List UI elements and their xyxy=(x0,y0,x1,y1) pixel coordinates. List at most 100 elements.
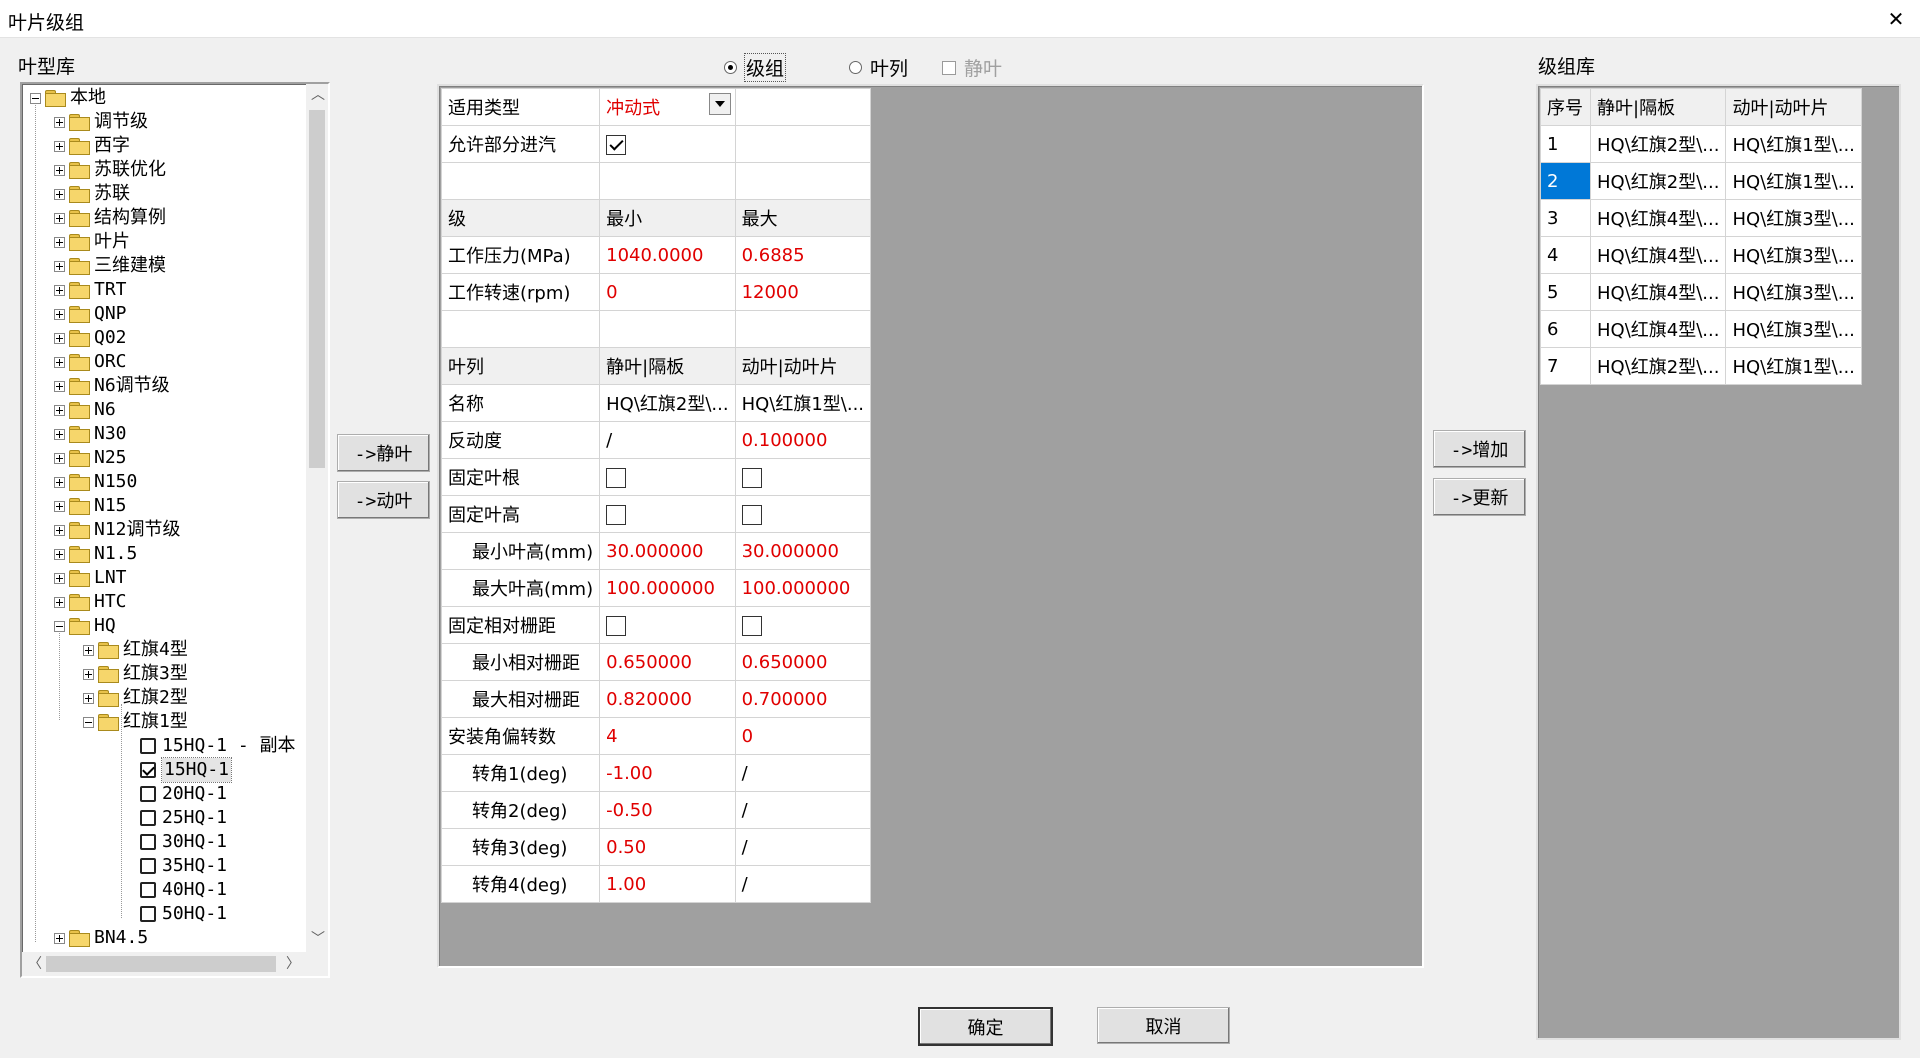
collapse-icon[interactable] xyxy=(30,92,41,104)
radio-stage-group-circle[interactable] xyxy=(724,61,737,74)
tree-node-folder[interactable]: 苏联 xyxy=(54,182,130,206)
tree-leaf[interactable]: 30HQ-1 xyxy=(140,830,227,854)
expand-icon[interactable] xyxy=(83,644,94,656)
stage-stator-cell[interactable]: HQ\红旗4型\... xyxy=(1589,310,1727,348)
tree-node-folder[interactable]: N15 xyxy=(54,494,127,518)
stator-angle-count-cell[interactable]: 4 xyxy=(599,717,736,755)
expand-icon[interactable] xyxy=(54,596,65,608)
stage-index-cell[interactable]: 6 xyxy=(1540,310,1591,348)
to-rotor-button[interactable]: ->动叶 xyxy=(337,481,430,519)
stage-rotor-cell[interactable]: HQ\红旗1型\... xyxy=(1725,125,1862,163)
tree-node-folder[interactable]: TRT xyxy=(54,278,127,302)
checkbox-icon[interactable] xyxy=(140,786,156,802)
tree-node-folder[interactable]: N6 xyxy=(54,398,116,422)
tree-leaf[interactable]: 40HQ-1 xyxy=(140,878,227,902)
expand-icon[interactable] xyxy=(54,212,65,224)
stator-fix-root-checkbox[interactable] xyxy=(606,467,627,488)
tree-node-folder[interactable]: 红旗3型 xyxy=(83,662,188,686)
expand-icon[interactable] xyxy=(83,692,94,704)
expand-icon[interactable] xyxy=(54,308,65,320)
tree-node-folder[interactable]: 红旗2型 xyxy=(83,686,188,710)
checkbox-icon[interactable] xyxy=(140,738,156,754)
expand-icon[interactable] xyxy=(54,404,65,416)
rotor-name-cell[interactable]: HQ\红旗1型\... xyxy=(734,384,872,422)
radio-blade-row-circle[interactable] xyxy=(849,61,862,74)
tree-node-folder[interactable]: 西字 xyxy=(54,134,130,158)
rotor-reaction-cell[interactable]: 0.100000 xyxy=(734,421,872,459)
speed-max-cell[interactable]: 12000 xyxy=(734,273,872,311)
stage-row[interactable]: 4 HQ\红旗4型\... HQ\红旗3型\... xyxy=(1540,236,1862,274)
checkbox-icon[interactable] xyxy=(140,906,156,922)
rotor-max-pitch-cell[interactable]: 0.700000 xyxy=(734,680,872,718)
expand-icon[interactable] xyxy=(54,524,65,536)
tree-node-folder[interactable]: 三维建模 xyxy=(54,254,166,278)
tree-leaf[interactable]: 15HQ-1 - 副本 xyxy=(140,734,296,758)
expand-icon[interactable] xyxy=(54,452,65,464)
tree-leaf[interactable]: 25HQ-1 xyxy=(140,806,227,830)
expand-icon[interactable] xyxy=(54,332,65,344)
tree-node-folder[interactable]: Q02 xyxy=(54,326,127,350)
stator-fix-pitch-checkbox[interactable] xyxy=(606,615,627,636)
tree-node-folder[interactable]: 苏联优化 xyxy=(54,158,166,182)
checkbox-checked-icon[interactable] xyxy=(140,762,156,778)
expand-icon[interactable] xyxy=(54,164,65,176)
expand-icon[interactable] xyxy=(54,932,65,944)
checkbox-icon[interactable] xyxy=(140,858,156,874)
tree-node-hq1[interactable]: 红旗1型 xyxy=(83,710,188,734)
radio-blade-row[interactable]: 叶列 xyxy=(849,54,908,81)
stage-rotor-cell[interactable]: HQ\红旗1型\... xyxy=(1725,347,1862,385)
tree-horizontal-scrollbar[interactable]: 〈 〉 xyxy=(22,952,306,976)
expand-icon[interactable] xyxy=(54,548,65,560)
dropdown-arrow-icon[interactable] xyxy=(708,93,731,115)
stator-name-cell[interactable]: HQ\红旗2型\... xyxy=(599,384,736,422)
expand-icon[interactable] xyxy=(54,284,65,296)
stage-stator-cell[interactable]: HQ\红旗2型\... xyxy=(1589,347,1727,385)
expand-icon[interactable] xyxy=(54,116,65,128)
tree-node-root[interactable]: 本地 xyxy=(30,86,106,110)
partial-admission-checkbox[interactable] xyxy=(606,134,627,155)
expand-icon[interactable] xyxy=(54,572,65,584)
expand-icon[interactable] xyxy=(54,140,65,152)
rotor-min-height-cell[interactable]: 30.000000 xyxy=(734,532,872,570)
expand-icon[interactable] xyxy=(54,188,65,200)
stage-index-cell[interactable]: 5 xyxy=(1540,273,1591,311)
stage-rotor-cell[interactable]: HQ\红旗1型\... xyxy=(1725,162,1862,200)
tree-leaf[interactable]: 35HQ-1 xyxy=(140,854,227,878)
tree-node-folder[interactable]: 叶片 xyxy=(54,230,130,254)
tree-node-folder[interactable]: N25 xyxy=(54,446,127,470)
expand-icon[interactable] xyxy=(54,476,65,488)
add-button[interactable]: ->增加 xyxy=(1433,430,1526,468)
tree-node-folder[interactable]: N150 xyxy=(54,470,137,494)
checkbox-icon[interactable] xyxy=(140,810,156,826)
scroll-left-icon[interactable]: 〈 xyxy=(28,957,42,971)
rotor-min-pitch-cell[interactable]: 0.650000 xyxy=(734,643,872,681)
stator-checkbox-box[interactable] xyxy=(942,60,956,75)
expand-icon[interactable] xyxy=(54,380,65,392)
stator-min-pitch-cell[interactable]: 0.650000 xyxy=(599,643,736,681)
expand-icon[interactable] xyxy=(54,428,65,440)
stage-index-cell[interactable]: 3 xyxy=(1540,199,1591,237)
tree-node-hq[interactable]: HQ xyxy=(54,614,116,638)
turn1-stator-cell[interactable]: -1.00 xyxy=(599,754,736,792)
rotor-fix-height-checkbox[interactable] xyxy=(741,504,762,525)
stage-row[interactable]: 1 HQ\红旗2型\... HQ\红旗1型\... xyxy=(1540,125,1862,163)
ok-button[interactable]: 确定 xyxy=(918,1007,1053,1046)
scroll-up-icon[interactable]: ︿ xyxy=(311,88,325,102)
scroll-down-icon[interactable]: ﹀ xyxy=(311,932,325,946)
rotor-fix-root-checkbox[interactable] xyxy=(741,467,762,488)
stator-fix-height-checkbox[interactable] xyxy=(606,504,627,525)
rotor-angle-count-cell[interactable]: 0 xyxy=(734,717,872,755)
tree-node-folder[interactable]: N6调节级 xyxy=(54,374,170,398)
stage-stator-cell[interactable]: HQ\红旗2型\... xyxy=(1589,162,1727,200)
close-button[interactable]: ✕ xyxy=(1872,0,1920,38)
stator-min-height-cell[interactable]: 30.000000 xyxy=(599,532,736,570)
tree-node-folder[interactable]: QNP xyxy=(54,302,127,326)
stator-max-pitch-cell[interactable]: 0.820000 xyxy=(599,680,736,718)
tree-node-folder[interactable]: N12调节级 xyxy=(54,518,181,542)
turn2-stator-cell[interactable]: -0.50 xyxy=(599,791,736,829)
tree-node-folder[interactable]: LNT xyxy=(54,566,127,590)
stage-rotor-cell[interactable]: HQ\红旗3型\... xyxy=(1725,310,1862,348)
collapse-icon[interactable] xyxy=(83,716,94,728)
pressure-max-cell[interactable]: 0.6885 xyxy=(734,236,872,274)
pressure-min-cell[interactable]: 1040.0000 xyxy=(599,236,736,274)
